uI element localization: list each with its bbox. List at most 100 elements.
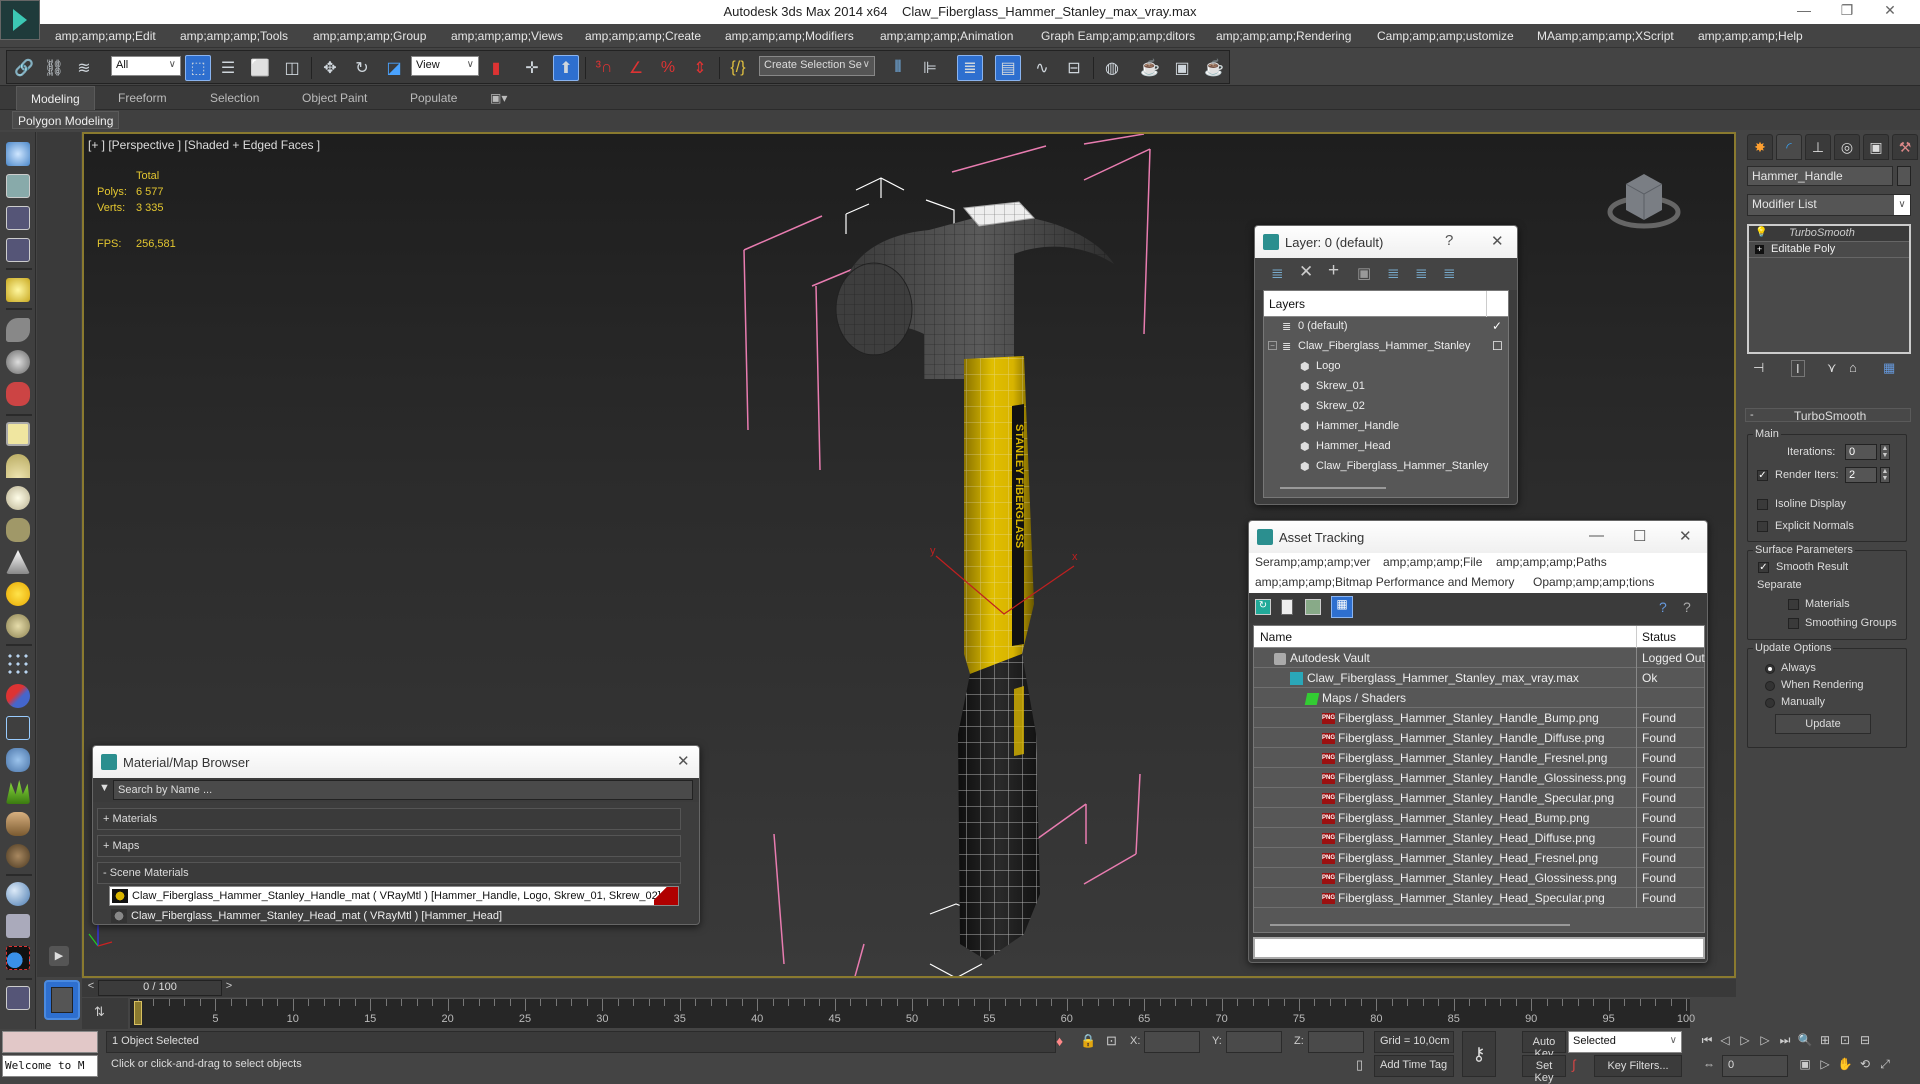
column-status[interactable]: Status xyxy=(1642,630,1676,644)
make-current-layer-icon[interactable]: ≣ xyxy=(1415,264,1428,282)
mirror-icon[interactable]: ⫴ xyxy=(885,55,911,81)
smooth-result-checkbox[interactable]: ✓ xyxy=(1758,562,1769,573)
add-time-tag-button[interactable]: Add Time Tag xyxy=(1374,1055,1454,1077)
create-tab-icon[interactable]: ✸ xyxy=(1747,134,1773,160)
iterations-spinner-arrows[interactable]: ▲ ▼ xyxy=(1880,444,1890,460)
asset-row[interactable]: Claw_Fiberglass_Hammer_Stanley_max_vray.… xyxy=(1254,668,1704,688)
layer-dialog-titlebar[interactable]: Layer: 0 (default) ? ✕ xyxy=(1255,226,1517,258)
viewport-camera-icon[interactable] xyxy=(6,350,30,374)
walkthrough-icon[interactable]: ▷ xyxy=(1816,1057,1834,1075)
menu-animation[interactable]: amp;amp;amp;Animation xyxy=(880,29,1013,43)
make-current-checkbox[interactable]: ☐ xyxy=(1492,339,1503,353)
hierarchy-tab-icon[interactable]: ⊥ xyxy=(1805,134,1831,160)
selection-filter-dropdown[interactable]: All ∨ xyxy=(111,56,181,76)
current-layer-checkmark-icon[interactable]: ✓ xyxy=(1492,319,1502,333)
tab-modeling[interactable]: Modeling xyxy=(16,86,95,110)
tab-freeform[interactable]: Freeform xyxy=(104,86,181,110)
refresh-icon[interactable]: ↻ xyxy=(1255,599,1271,615)
curve-editor-icon[interactable]: ∿ xyxy=(1029,55,1055,81)
menu-paths[interactable]: amp;amp;amp;Paths xyxy=(1496,555,1607,569)
asset-row[interactable]: PNG Fiberglass_Hammer_Stanley_Handle_Glos… xyxy=(1254,768,1704,788)
goto-end-icon[interactable]: ⏭ xyxy=(1776,1033,1794,1051)
isoline-display-checkbox[interactable] xyxy=(1757,499,1768,510)
browser-options-icon[interactable]: ▼ xyxy=(99,782,110,794)
track-bar[interactable]: 0510152025303540455055606570758085909510… xyxy=(130,998,1695,1028)
layer-object-row[interactable]: ⬢ Claw_Fiberglass_Hammer_Stanley xyxy=(1264,457,1508,477)
remove-modifier-icon[interactable]: ⌂ xyxy=(1849,360,1857,375)
object-name-field[interactable]: Hammer_Handle xyxy=(1747,166,1893,186)
asset-tracking-titlebar[interactable]: Asset Tracking — ☐ ✕ xyxy=(1249,521,1707,553)
selection-lock-icon[interactable]: 🔒 xyxy=(1080,1033,1096,1049)
layer-object-row[interactable]: ⬢ Hammer_Head xyxy=(1264,437,1508,457)
time-tag-icon[interactable]: ▯ xyxy=(1356,1057,1363,1073)
render-icon[interactable]: ☕ xyxy=(1201,55,1227,81)
search-by-name-input[interactable]: Search by Name ... xyxy=(113,780,693,800)
default-in-out-tangents-key-icon[interactable]: ⚷ xyxy=(1462,1031,1496,1077)
help-button[interactable]: ? xyxy=(1445,232,1453,249)
layer-object-row[interactable]: ⬢ Skrew_01 xyxy=(1264,377,1508,397)
maxscript-listener-output[interactable] xyxy=(2,1031,98,1053)
select-object-icon[interactable]: ⬚ xyxy=(185,55,211,81)
panel-grid-icon[interactable] xyxy=(6,238,30,262)
current-frame-marker[interactable] xyxy=(134,1001,142,1025)
maximize-button[interactable]: ☐ xyxy=(1633,527,1646,545)
menu-file[interactable]: amp;amp;amp;File xyxy=(1383,555,1482,569)
area-light-icon[interactable] xyxy=(6,422,30,446)
menu-customize[interactable]: Camp;amp;amp;ustomize xyxy=(1377,29,1514,43)
panel-list-icon[interactable] xyxy=(6,206,30,230)
viewcube[interactable] xyxy=(1604,162,1684,232)
align-icon[interactable]: ⊫ xyxy=(917,55,943,81)
grass-icon[interactable] xyxy=(6,780,30,804)
column-name[interactable]: Name xyxy=(1260,630,1292,644)
asset-row[interactable]: PNG Fiberglass_Hammer_Stanley_Handle_Fres… xyxy=(1254,748,1704,768)
object-properties-icon[interactable] xyxy=(6,946,30,970)
modifier-list-dropdown[interactable]: Modifier List ∨ xyxy=(1747,194,1911,216)
modify-tab-icon[interactable]: ◜ xyxy=(1776,134,1802,160)
fur-ball-icon[interactable] xyxy=(6,748,30,772)
auto-key-button[interactable]: Auto Key xyxy=(1522,1031,1566,1060)
menu-modifiers[interactable]: amp;amp;amp;Modifiers xyxy=(725,29,854,43)
next-frame-button[interactable]: > xyxy=(222,980,236,996)
hair-ox-icon[interactable] xyxy=(6,844,30,868)
layer-settings-icon[interactable]: ≣ xyxy=(1443,264,1456,282)
light-lister-icon[interactable] xyxy=(6,278,30,302)
layer-row[interactable]: ≣ 0 (default) ✓ xyxy=(1264,317,1508,337)
omni-light-icon[interactable] xyxy=(6,614,30,638)
asset-row[interactable]: PNG Fiberglass_Hammer_Stanley_Handle_Diff… xyxy=(1254,728,1704,748)
utilities-tab-icon[interactable]: ⚒ xyxy=(1892,134,1918,160)
application-button[interactable] xyxy=(0,0,40,40)
edit-named-sel-icon[interactable]: {/} xyxy=(725,55,751,81)
tab-object-paint[interactable]: Object Paint xyxy=(288,86,381,110)
tab-populate[interactable]: Populate xyxy=(396,86,471,110)
render-iters-spinner-arrows[interactable]: ▲ ▼ xyxy=(1880,467,1890,483)
layer-object-row[interactable]: ⬢ Skrew_02 xyxy=(1264,397,1508,417)
layer-object-row[interactable]: ⬢ Logo xyxy=(1264,357,1508,377)
asset-row[interactable]: PNG Fiberglass_Hammer_Stanley_Handle_Spec… xyxy=(1254,788,1704,808)
select-manipulate-icon[interactable]: ✛ xyxy=(519,55,545,81)
teapot-icon[interactable] xyxy=(6,142,30,166)
time-slider[interactable]: < 0 / 100 > xyxy=(82,979,1736,997)
render-setup-icon[interactable]: ☕ xyxy=(1137,55,1163,81)
sun-icon[interactable] xyxy=(6,582,30,606)
asset-row[interactable]: PNG Fiberglass_Hammer_Stanley_Handle_Bump… xyxy=(1254,708,1704,728)
turbosmooth-rollout-header[interactable]: - TurboSmooth xyxy=(1745,408,1911,423)
update-button[interactable]: Update xyxy=(1775,714,1871,734)
hair-hf-icon[interactable] xyxy=(6,812,30,836)
link-icon[interactable]: 🔗 xyxy=(11,55,37,81)
asset-row[interactable]: PNG Fiberglass_Hammer_Stanley_Head_Diffus… xyxy=(1254,828,1704,848)
minimize-button[interactable]: — xyxy=(1786,2,1822,22)
zoom-all-icon[interactable]: ⊞ xyxy=(1816,1033,1834,1051)
horizontal-scrollbar[interactable] xyxy=(1270,924,1570,926)
orbit-icon[interactable]: ⟲ xyxy=(1856,1057,1874,1075)
asset-path-field[interactable] xyxy=(1253,937,1705,959)
update-always-radio[interactable] xyxy=(1765,664,1775,674)
rotate-icon[interactable]: ↻ xyxy=(349,55,375,81)
prev-key-icon[interactable]: ◁ xyxy=(1716,1033,1734,1051)
field-of-view-icon[interactable]: ▣ xyxy=(1796,1057,1814,1075)
show-end-result-icon[interactable]: I xyxy=(1791,360,1805,377)
absolute-mode-icon[interactable]: ⊡ xyxy=(1106,1033,1117,1049)
maxscript-listener-input[interactable]: Welcome to M xyxy=(2,1055,98,1077)
move-icon[interactable]: ✥ xyxy=(317,55,343,81)
pan-view-icon[interactable]: ✋ xyxy=(1836,1057,1854,1075)
video-camera-icon[interactable] xyxy=(6,382,30,406)
